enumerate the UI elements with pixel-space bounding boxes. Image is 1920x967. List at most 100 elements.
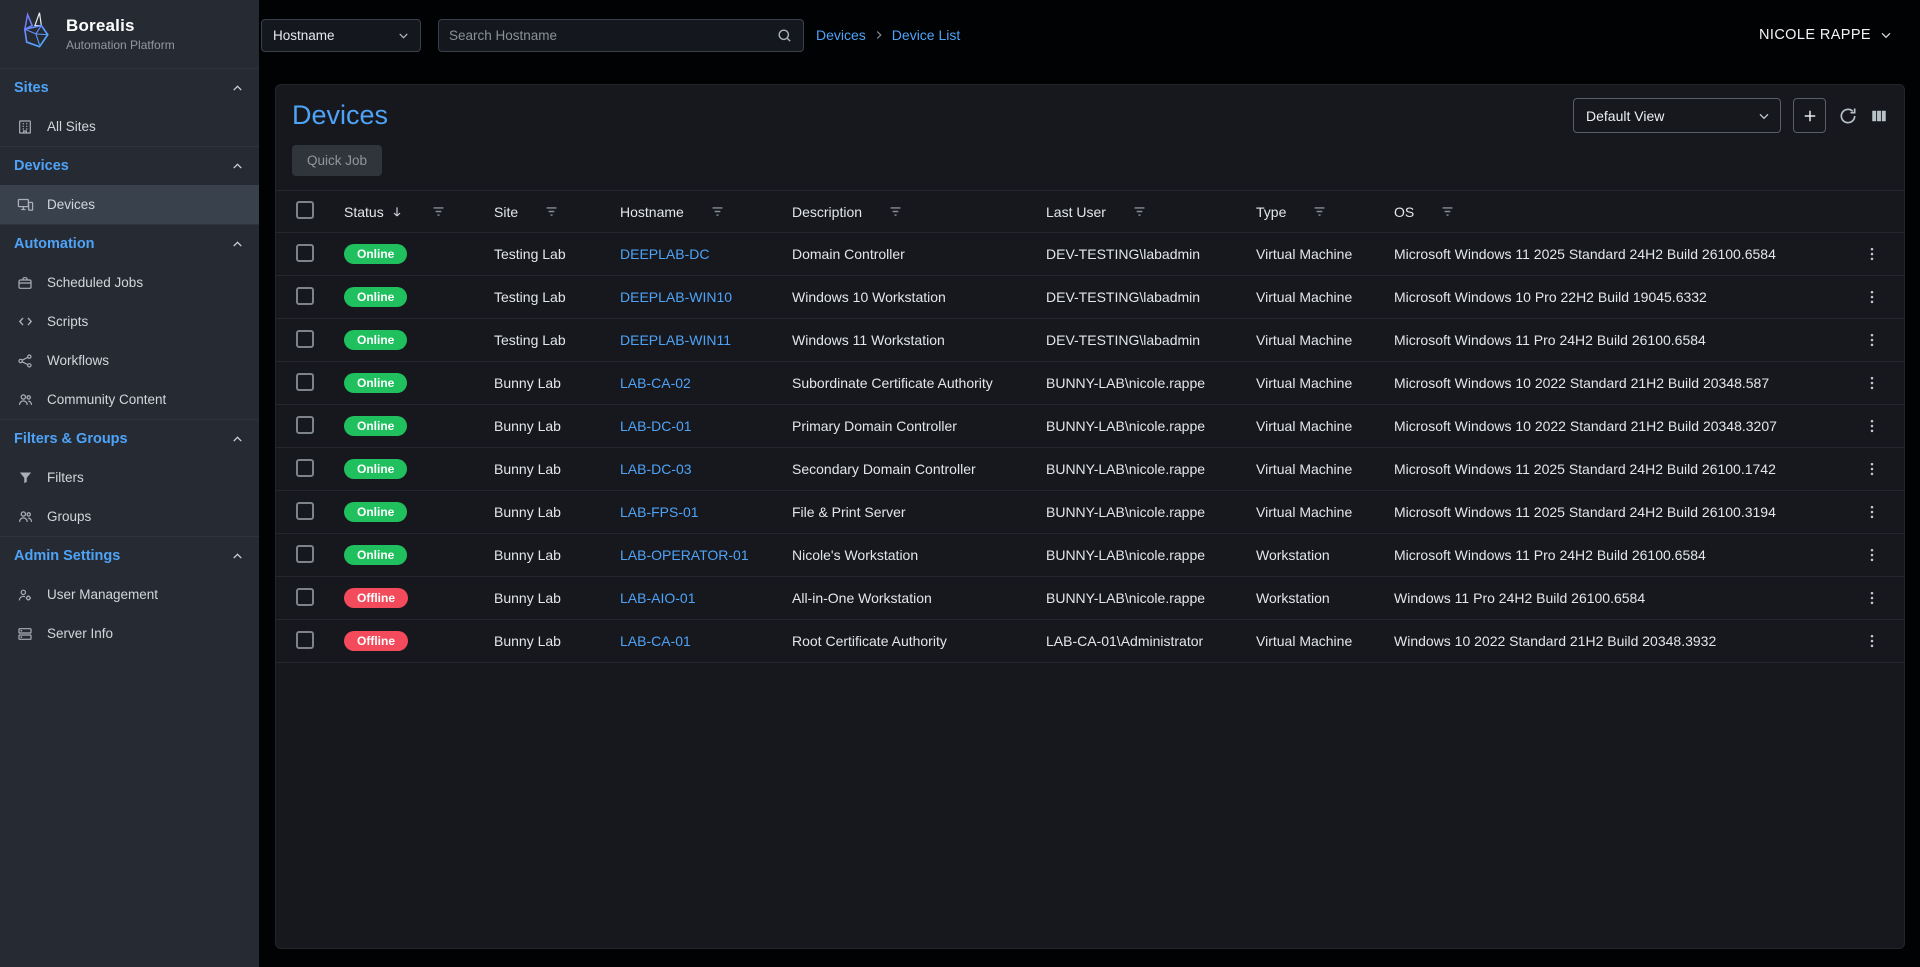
os-cell: Microsoft Windows 11 Pro 24H2 Build 2610… <box>1394 332 1848 348</box>
row-checkbox[interactable] <box>296 545 314 563</box>
row-menu-button[interactable] <box>1848 632 1896 650</box>
column-header-description[interactable]: Description <box>792 203 1046 220</box>
filter-icon[interactable] <box>1439 203 1456 220</box>
sidebar-item-server-info[interactable]: Server Info <box>0 614 259 653</box>
sidebar-section-filters-groups[interactable]: Filters & Groups <box>0 419 259 458</box>
site-cell: Bunny Lab <box>494 504 620 520</box>
filter-icon[interactable] <box>887 203 904 220</box>
status-badge: Online <box>344 416 407 436</box>
table-row[interactable]: Online Bunny Lab LAB-OPERATOR-01 Nicole'… <box>276 534 1904 577</box>
table-row[interactable]: Offline Bunny Lab LAB-CA-01 Root Certifi… <box>276 620 1904 663</box>
hostname-link[interactable]: LAB-DC-01 <box>620 418 692 434</box>
row-menu-button[interactable] <box>1848 288 1896 306</box>
hostname-link[interactable]: LAB-DC-03 <box>620 461 692 477</box>
hostname-link[interactable]: DEEPLAB-WIN11 <box>620 332 731 348</box>
select-all-checkbox[interactable] <box>296 201 314 219</box>
sidebar-section-sites[interactable]: Sites <box>0 68 259 107</box>
row-checkbox[interactable] <box>296 373 314 391</box>
kebab-icon <box>1863 417 1881 435</box>
hostname-link[interactable]: LAB-CA-01 <box>620 633 691 649</box>
hostname-link[interactable]: LAB-CA-02 <box>620 375 691 391</box>
row-menu-button[interactable] <box>1848 331 1896 349</box>
column-header-status[interactable]: Status <box>344 203 494 220</box>
sidebar-section-admin-settings[interactable]: Admin Settings <box>0 536 259 575</box>
sidebar-item-devices[interactable]: Devices <box>0 185 259 224</box>
column-header-os[interactable]: OS <box>1394 203 1848 220</box>
row-checkbox[interactable] <box>296 330 314 348</box>
user-menu[interactable]: NICOLE RAPPE <box>1759 27 1894 43</box>
hostname-filter-dropdown[interactable]: Hostname <box>261 19 421 52</box>
type-cell: Workstation <box>1256 590 1394 606</box>
sidebar-item-groups[interactable]: Groups <box>0 497 259 536</box>
column-header-hostname[interactable]: Hostname <box>620 203 792 220</box>
column-header-site[interactable]: Site <box>494 203 620 220</box>
filter-icon[interactable] <box>543 203 560 220</box>
sidebar-item-user-management[interactable]: User Management <box>0 575 259 614</box>
people-icon <box>16 391 34 408</box>
row-menu-button[interactable] <box>1848 589 1896 607</box>
table-row[interactable]: Offline Bunny Lab LAB-AIO-01 All-in-One … <box>276 577 1904 620</box>
table-row[interactable]: Online Bunny Lab LAB-DC-01 Primary Domai… <box>276 405 1904 448</box>
filter-icon[interactable] <box>709 203 726 220</box>
add-view-button[interactable] <box>1793 98 1826 133</box>
sidebar-item-workflows[interactable]: Workflows <box>0 341 259 380</box>
hostname-link[interactable]: LAB-OPERATOR-01 <box>620 547 749 563</box>
breadcrumb-device-list-link[interactable]: Device List <box>892 27 960 43</box>
table-row[interactable]: Online Bunny Lab LAB-CA-02 Subordinate C… <box>276 362 1904 405</box>
code-icon <box>16 313 34 330</box>
row-menu-button[interactable] <box>1848 245 1896 263</box>
row-menu-button[interactable] <box>1848 503 1896 521</box>
row-checkbox[interactable] <box>296 631 314 649</box>
sidebar-item-label: Community Content <box>47 392 166 407</box>
sidebar-section-devices[interactable]: Devices <box>0 146 259 185</box>
hostname-link[interactable]: LAB-AIO-01 <box>620 590 695 606</box>
chevron-right-icon <box>872 28 886 42</box>
sidebar-section-automation[interactable]: Automation <box>0 224 259 263</box>
column-header-last-user[interactable]: Last User <box>1046 203 1256 220</box>
site-cell: Bunny Lab <box>494 375 620 391</box>
chevron-down-icon <box>396 28 411 43</box>
app-root: Borealis Automation Platform Sites All S… <box>0 0 1920 967</box>
hostname-link[interactable]: LAB-FPS-01 <box>620 504 699 520</box>
quick-job-button[interactable]: Quick Job <box>292 145 382 176</box>
table-row[interactable]: Online Testing Lab DEEPLAB-WIN10 Windows… <box>276 276 1904 319</box>
type-cell: Virtual Machine <box>1256 246 1394 262</box>
sidebar-item-scripts[interactable]: Scripts <box>0 302 259 341</box>
type-cell: Virtual Machine <box>1256 633 1394 649</box>
refresh-button[interactable] <box>1838 106 1858 126</box>
row-checkbox[interactable] <box>296 416 314 434</box>
row-checkbox[interactable] <box>296 588 314 606</box>
row-menu-button[interactable] <box>1848 417 1896 435</box>
columns-button[interactable] <box>1870 107 1888 125</box>
filter-icon[interactable] <box>1131 203 1148 220</box>
table-row[interactable]: Online Bunny Lab LAB-DC-03 Secondary Dom… <box>276 448 1904 491</box>
site-cell: Bunny Lab <box>494 547 620 563</box>
row-menu-button[interactable] <box>1848 546 1896 564</box>
filter-icon[interactable] <box>430 203 447 220</box>
view-dropdown[interactable]: Default View <box>1573 98 1781 133</box>
os-cell: Microsoft Windows 11 2025 Standard 24H2 … <box>1394 246 1848 262</box>
filter-icon[interactable] <box>1311 203 1328 220</box>
row-menu-button[interactable] <box>1848 374 1896 392</box>
os-cell: Microsoft Windows 10 2022 Standard 21H2 … <box>1394 418 1848 434</box>
row-checkbox[interactable] <box>296 459 314 477</box>
hostname-link[interactable]: DEEPLAB-WIN10 <box>620 289 732 305</box>
sidebar-item-scheduled-jobs[interactable]: Scheduled Jobs <box>0 263 259 302</box>
sidebar-item-community-content[interactable]: Community Content <box>0 380 259 419</box>
column-header-type[interactable]: Type <box>1256 203 1394 220</box>
hostname-link[interactable]: DEEPLAB-DC <box>620 246 709 262</box>
sidebar-item-all-sites[interactable]: All Sites <box>0 107 259 146</box>
row-checkbox[interactable] <box>296 502 314 520</box>
row-menu-button[interactable] <box>1848 460 1896 478</box>
table-row[interactable]: Online Testing Lab DEEPLAB-WIN11 Windows… <box>276 319 1904 362</box>
breadcrumb-devices-link[interactable]: Devices <box>816 27 866 43</box>
row-checkbox[interactable] <box>296 287 314 305</box>
table-row[interactable]: Online Bunny Lab LAB-FPS-01 File & Print… <box>276 491 1904 534</box>
sidebar-item-label: Filters <box>47 470 84 485</box>
sidebar-item-filters[interactable]: Filters <box>0 458 259 497</box>
search-input[interactable] <box>449 28 776 43</box>
chevron-up-icon <box>230 159 245 174</box>
table-row[interactable]: Online Testing Lab DEEPLAB-DC Domain Con… <box>276 233 1904 276</box>
row-checkbox[interactable] <box>296 244 314 262</box>
section-label: Admin Settings <box>14 548 120 564</box>
